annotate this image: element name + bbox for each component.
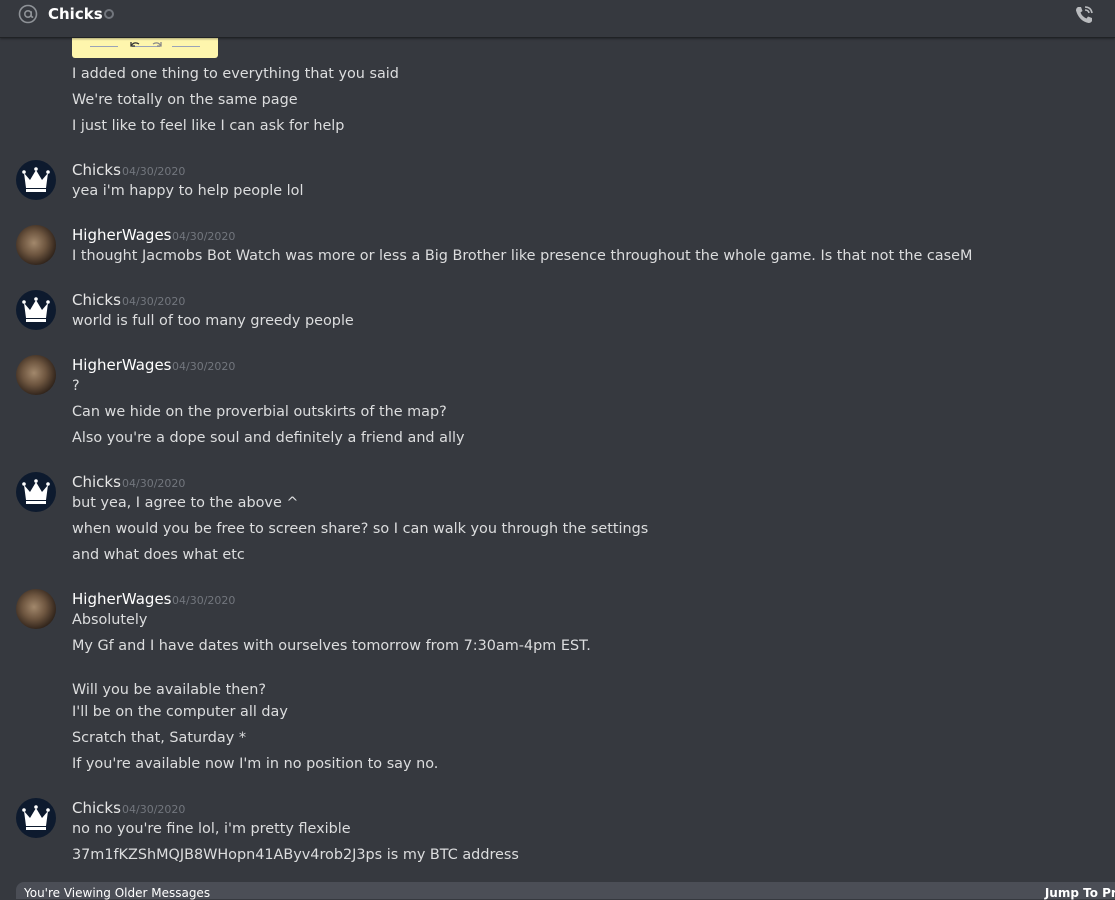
message-line: I just like to feel like I can ask for h… bbox=[72, 118, 345, 134]
message-line: no no you're fine lol, i'm pretty flexib… bbox=[72, 821, 351, 837]
avatar[interactable] bbox=[16, 355, 56, 395]
avatar[interactable] bbox=[16, 160, 56, 200]
avatar[interactable] bbox=[16, 472, 56, 512]
crown-icon bbox=[22, 479, 50, 504]
author-name[interactable]: Chicks bbox=[72, 799, 121, 817]
message-list[interactable]: I added one thing to everything that you… bbox=[0, 38, 1115, 883]
message-line: Scratch that, Saturday * bbox=[72, 730, 247, 746]
author-name[interactable]: HigherWages bbox=[72, 590, 172, 608]
older-messages-bar: You're Viewing Older Messages Jump To Pr… bbox=[16, 882, 1115, 900]
message-line: My Gf and I have dates with ourselves to… bbox=[72, 638, 591, 654]
message-line: We're totally on the same page bbox=[72, 92, 298, 108]
crown-icon bbox=[22, 167, 50, 192]
author-name[interactable]: HigherWages bbox=[72, 226, 172, 244]
message-line: Also you're a dope soul and definitely a… bbox=[72, 430, 465, 446]
undo-redo-icon bbox=[130, 42, 162, 47]
message-line: and what does what etc bbox=[72, 547, 245, 563]
avatar[interactable] bbox=[16, 589, 56, 629]
message-line: 37m1fKZShMQJB8WHopn41AByv4rob2J3ps is my… bbox=[72, 847, 519, 863]
message-line: yea i'm happy to help people lol bbox=[72, 183, 304, 199]
phone-icon[interactable] bbox=[1073, 4, 1095, 26]
status-indicator bbox=[104, 9, 114, 19]
message-line: Absolutely bbox=[72, 612, 148, 628]
avatar[interactable] bbox=[16, 798, 56, 838]
timestamp: 04/30/2020 bbox=[172, 230, 236, 243]
channel-name: Chicks bbox=[48, 5, 103, 23]
author-name[interactable]: Chicks bbox=[72, 161, 121, 179]
message-line: ? bbox=[72, 378, 80, 394]
message-line: when would you be free to screen share? … bbox=[72, 521, 649, 537]
author-name[interactable]: HigherWages bbox=[72, 356, 172, 374]
timestamp: 04/30/2020 bbox=[122, 165, 186, 178]
message-line: Can we hide on the proverbial outskirts … bbox=[72, 404, 447, 420]
crown-icon bbox=[22, 805, 50, 830]
attachment-preview[interactable] bbox=[72, 38, 218, 58]
message-line: I'll be on the computer all day bbox=[72, 704, 288, 720]
jump-to-present-button[interactable]: Jump To Pre bbox=[1045, 886, 1115, 900]
author-name[interactable]: Chicks bbox=[72, 473, 121, 491]
avatar[interactable] bbox=[16, 290, 56, 330]
message-line: Will you be available then? bbox=[72, 682, 266, 698]
timestamp: 04/30/2020 bbox=[172, 360, 236, 373]
timestamp: 04/30/2020 bbox=[122, 295, 186, 308]
channel-header: Chicks bbox=[0, 0, 1115, 38]
message-line: I thought Jacmobs Bot Watch was more or … bbox=[72, 248, 973, 264]
timestamp: 04/30/2020 bbox=[122, 803, 186, 816]
older-messages-notice: You're Viewing Older Messages bbox=[24, 886, 211, 900]
at-icon bbox=[18, 4, 38, 24]
timestamp: 04/30/2020 bbox=[172, 594, 236, 607]
timestamp: 04/30/2020 bbox=[122, 477, 186, 490]
crown-icon bbox=[22, 297, 50, 322]
message-line: but yea, I agree to the above ^ bbox=[72, 495, 299, 511]
avatar[interactable] bbox=[16, 225, 56, 265]
author-name[interactable]: Chicks bbox=[72, 291, 121, 309]
message-line: world is full of too many greedy people bbox=[72, 313, 354, 329]
message-line: I added one thing to everything that you… bbox=[72, 66, 399, 82]
message-line: If you're available now I'm in no positi… bbox=[72, 756, 439, 772]
